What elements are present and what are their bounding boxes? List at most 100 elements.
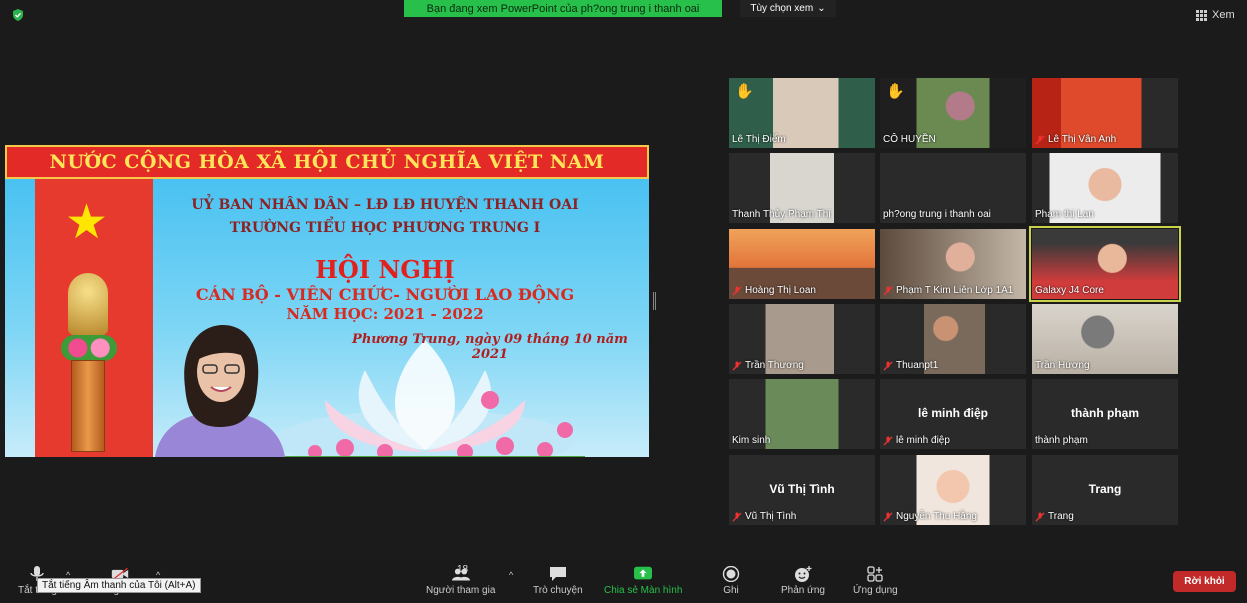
participant-tile[interactable]: Vũ Thị Tình Vũ Thị Tình: [729, 455, 875, 525]
mute-tooltip: Tắt tiếng Âm thanh của Tôi (Alt+A): [37, 578, 201, 593]
record-label: Ghi: [723, 585, 739, 596]
participant-name: Lê Thị Điểm: [732, 134, 786, 145]
raised-hand-icon: ✋: [886, 83, 905, 100]
participant-tile[interactable]: Phạm T Kim Liên Lớp 1A1: [880, 229, 1026, 299]
apps-label: Ứng dụng: [853, 585, 898, 596]
participant-display-name: lê minh điệp: [917, 406, 988, 420]
mic-off-icon: [1035, 512, 1045, 521]
conference-heading: HỘI NGHỊ: [315, 255, 455, 284]
participant-name: Kim sinh: [732, 435, 771, 446]
participants-button[interactable]: 18 Người tham gia: [426, 564, 496, 596]
participant-tile[interactable]: Kim sinh: [729, 379, 875, 449]
participant-name: Thanh Thủy Phạm Thị: [732, 209, 831, 220]
reactions-label: Phản ứng: [781, 585, 825, 596]
sharing-banner: Bạn đang xem PowerPoint của ph?ong trung…: [404, 0, 722, 17]
participant-name-label: Lê Thị Vân Anh: [1035, 134, 1116, 145]
place-date: Phương Trung, ngày 09 tháng 10 năm 2021: [352, 332, 628, 362]
participants-label: Người tham gia: [426, 585, 496, 596]
shield-check-icon[interactable]: [11, 8, 25, 22]
record-icon: [722, 566, 740, 582]
participant-name-label: Trang: [1035, 511, 1074, 522]
participant-name-label: Thuanpt1: [883, 360, 938, 371]
participant-name: Nguyễn Thu Hằng: [896, 511, 977, 522]
mic-off-icon: [732, 512, 742, 521]
record-button[interactable]: Ghi: [722, 566, 740, 596]
mic-off-icon: [1035, 135, 1045, 144]
share-screen-label: Chia sẻ Màn hình: [604, 585, 683, 596]
participant-name-label: thành phạm: [1035, 435, 1088, 446]
mic-off-icon: [883, 361, 893, 370]
participant-name-label: Trần Hương: [1035, 360, 1090, 371]
participant-tile[interactable]: lê minh điệp lê minh điệp: [880, 379, 1026, 449]
participant-name: thành phạm: [1035, 435, 1088, 446]
leave-meeting-button[interactable]: Rời khỏi: [1173, 571, 1236, 592]
participant-tile[interactable]: Nguyễn Thu Hằng: [880, 455, 1026, 525]
apps-icon: [867, 566, 883, 582]
participant-name: Galaxy J4 Core: [1035, 285, 1104, 296]
participant-name-label: ph?ong trung i thanh oai: [883, 209, 991, 220]
view-options-label: Tùy chọn xem: [750, 3, 814, 14]
share-screen-icon: [634, 566, 653, 580]
participant-name: Thuanpt1: [896, 360, 939, 371]
participant-tile[interactable]: Trang Trang: [1032, 455, 1178, 525]
participant-tile[interactable]: Trần Thương: [729, 304, 875, 374]
participant-tile[interactable]: ✋ Lê Thị Điểm: [729, 78, 875, 148]
view-label: Xem: [1212, 9, 1235, 21]
participant-tile[interactable]: Phạm thị Lan: [1032, 153, 1178, 223]
participant-name: ph?ong trung i thanh oai: [883, 209, 991, 220]
participant-name: Trần Hương: [1035, 360, 1090, 371]
participant-name-label: Trần Thương: [732, 360, 804, 371]
participant-tile[interactable]: Trần Hương: [1032, 304, 1178, 374]
chevron-down-icon: ⌄: [817, 3, 826, 14]
participant-name-label: Thanh Thủy Phạm Thị: [732, 209, 831, 220]
participant-name: Phạm thị Lan: [1035, 209, 1094, 220]
participant-name: Trang: [1048, 511, 1074, 522]
participant-tile[interactable]: thành phạm thành phạm: [1032, 379, 1178, 449]
participant-name-label: Vũ Thị Tình: [732, 511, 796, 522]
participant-name: Phạm T Kim Liên Lớp 1A1: [896, 285, 1014, 296]
participant-name-label: Phạm T Kim Liên Lớp 1A1: [883, 285, 1013, 296]
view-options-button[interactable]: Tùy chọn xem ⌄: [740, 0, 836, 17]
share-screen-button[interactable]: Chia sẻ Màn hình: [604, 566, 682, 596]
chat-icon: [549, 567, 566, 581]
participant-tile[interactable]: Galaxy J4 Core: [1029, 226, 1181, 302]
participant-tile[interactable]: Thuanpt1: [880, 304, 1026, 374]
participant-name-label: Phạm thị Lan: [1035, 209, 1094, 220]
participant-name: CÔ HUYỀN: [883, 134, 936, 145]
participant-name-label: Lê Thị Điểm: [732, 134, 786, 145]
participant-display-name: thành phạm: [1071, 406, 1139, 420]
presenter-video: [155, 325, 285, 457]
shared-screen[interactable]: NƯỚC CỘNG HÒA XÃ HỘI CHỦ NGHĨA VIỆT NAM …: [5, 145, 649, 457]
participants-options-caret[interactable]: ^: [509, 570, 513, 580]
flower-bouquet: [61, 335, 117, 361]
organization-line: UỶ BAN NHÂN DÂN – LĐ LĐ HUYỆN THANH OAI: [191, 197, 579, 213]
statue-bust: [68, 273, 108, 335]
mic-off-icon: [732, 361, 742, 370]
reactions-button[interactable]: Phản ứng: [781, 566, 825, 596]
participant-display-name: Trang: [1088, 482, 1122, 496]
mic-off-icon: [883, 286, 893, 295]
apps-button[interactable]: Ứng dụng: [853, 566, 898, 596]
participant-tile[interactable]: Hoàng Thị Loan: [729, 229, 875, 299]
chat-button[interactable]: Trò chuyện: [533, 566, 583, 596]
participant-name-label: Hoàng Thị Loan: [732, 285, 816, 296]
participant-name: Lê Thị Vân Anh: [1048, 134, 1117, 145]
raised-hand-icon: ✋: [735, 83, 754, 100]
participant-tile[interactable]: Thanh Thủy Phạm Thị: [729, 153, 875, 223]
participant-name: lê minh điệp: [896, 435, 950, 446]
split-divider-handle[interactable]: [653, 292, 656, 310]
chat-label: Trò chuyện: [533, 585, 583, 596]
mic-off-icon: [883, 512, 893, 521]
participant-tile[interactable]: Lê Thị Vân Anh: [1032, 78, 1178, 148]
participant-name: Trần Thương: [745, 360, 804, 371]
school-line: TRƯỜNG TIỂU HỌC PHƯƠNG TRUNG I: [229, 220, 541, 236]
participant-tile[interactable]: ✋ CÔ HUYỀN: [880, 78, 1026, 148]
view-button[interactable]: Xem: [1196, 9, 1235, 21]
zoom-meeting-window: Bạn đang xem PowerPoint của ph?ong trung…: [0, 0, 1247, 603]
participant-name-label: Nguyễn Thu Hằng: [883, 511, 977, 522]
slide-title: NƯỚC CỘNG HÒA XÃ HỘI CHỦ NGHĨA VIỆT NAM: [5, 145, 649, 179]
mic-off-icon: [883, 436, 893, 445]
participant-name-label: Galaxy J4 Core: [1035, 285, 1104, 296]
participant-tile[interactable]: ph?ong trung i thanh oai: [880, 153, 1026, 223]
smiley-plus-icon: [794, 566, 812, 582]
